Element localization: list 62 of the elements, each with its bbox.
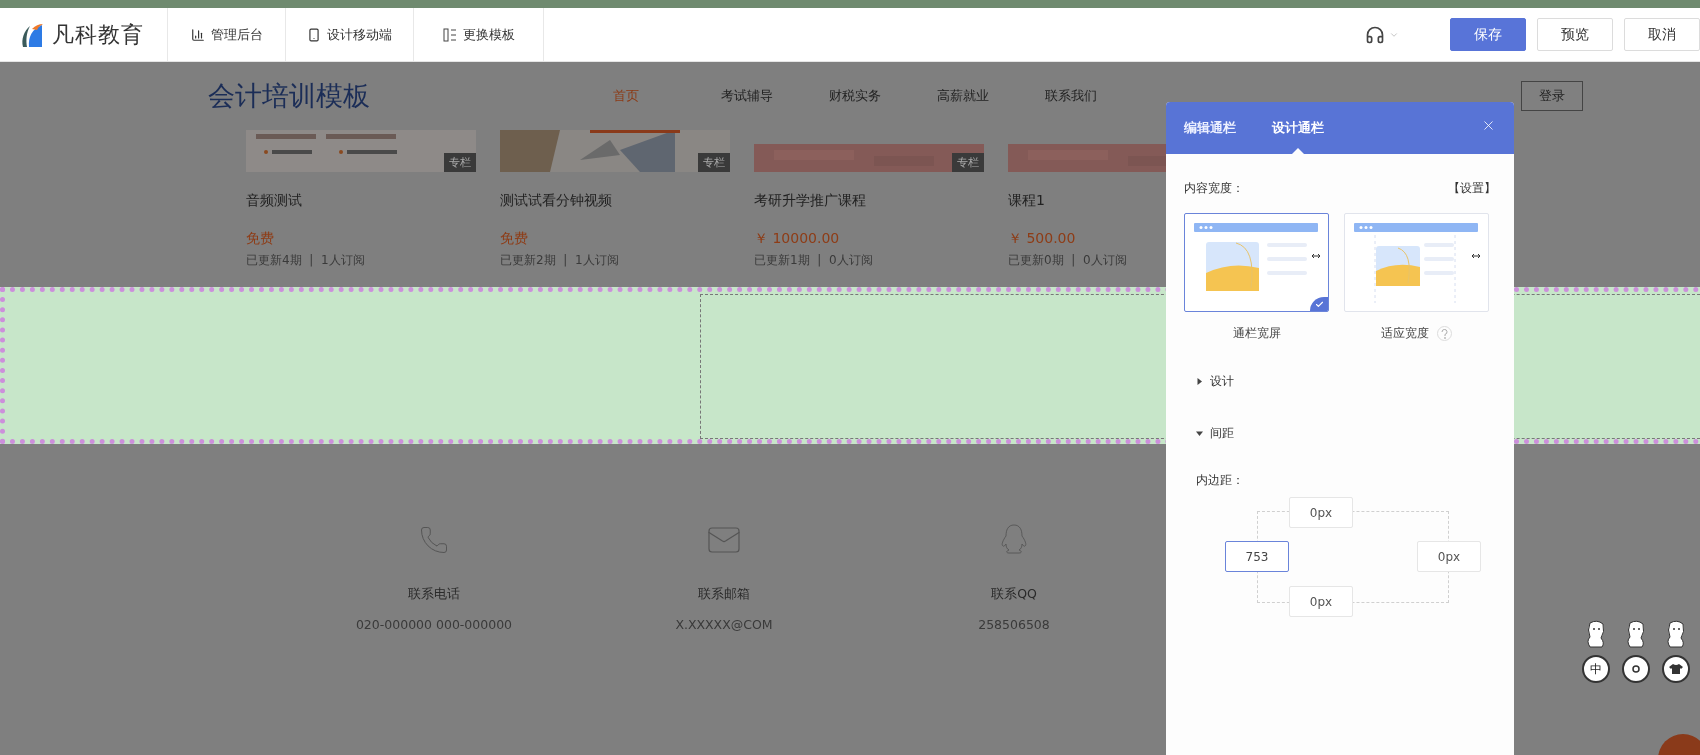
settings-button[interactable] (1622, 655, 1650, 683)
skin-button[interactable] (1662, 655, 1690, 683)
column-badge: 专栏 (952, 153, 984, 172)
course-meta: 已更新0期 | 0人订阅 (1008, 252, 1128, 269)
site-nav-link[interactable]: 财税实务 (829, 87, 937, 105)
caret-down-icon (1196, 430, 1203, 437)
headset-icon[interactable] (1365, 24, 1385, 45)
phone-icon (307, 27, 321, 42)
course-meta: 已更新4期 | 1人订阅 (246, 252, 366, 269)
site-nav-link[interactable]: 联系我们 (1045, 87, 1153, 105)
course-meta: 已更新1期 | 0人订阅 (754, 252, 874, 269)
contact-value: 258506508 (978, 617, 1050, 632)
contact-value: 020-000000 000-000000 (355, 617, 513, 632)
contact-label: 联系邮箱 (698, 586, 750, 603)
course-price: 免费 (246, 230, 275, 248)
site-nav-link[interactable]: 高薪就业 (937, 87, 1045, 105)
site-nav-link[interactable]: 考试辅导 (721, 87, 829, 105)
contact-value: X.XXXXX@COM (675, 617, 773, 632)
logo-text: 凡科教育 (52, 20, 144, 49)
course-price: 免费 (500, 230, 529, 248)
contact-label: 联系电话 (408, 586, 460, 603)
toolbar-button[interactable]: 取消 (1624, 18, 1700, 51)
panel-tab[interactable]: 编辑通栏 (1184, 102, 1236, 154)
ring-icon (1630, 663, 1642, 675)
save-button[interactable]: 保存 (1450, 18, 1526, 51)
phone-icon (419, 525, 449, 555)
padding-input[interactable]: 0px (1289, 497, 1353, 528)
course-price: ￥ 10000.00 (754, 230, 841, 248)
toolbar-link[interactable]: 设计移动端 (286, 8, 414, 61)
panel-tab[interactable]: 设计通栏 (1272, 102, 1324, 154)
close-button[interactable] (1481, 118, 1496, 133)
chart-icon (190, 27, 205, 42)
course-title[interactable]: 音频测试 (246, 192, 476, 210)
column-badge: 专栏 (444, 153, 476, 172)
option-label: 适应宽度 (1381, 326, 1429, 341)
course-title[interactable]: 考研升学推广课程 (754, 192, 984, 210)
course-price: ￥ 500.00 (1008, 230, 1077, 248)
section-toggle[interactable]: 间距 (1196, 425, 1496, 442)
site-title: 会计培训模板 (208, 79, 371, 113)
settings-link[interactable]: 【设置】 (1448, 180, 1496, 197)
padding-input[interactable]: 0px (1417, 541, 1481, 572)
option-label: 通栏宽屏 (1232, 326, 1281, 341)
content-width-label: 内容宽度： (1184, 180, 1244, 197)
caret-right-icon (1196, 378, 1203, 385)
penguin-icon (999, 523, 1029, 557)
width-option[interactable] (1184, 213, 1329, 312)
padding-input[interactable]: 753 (1225, 541, 1289, 572)
course-meta: 已更新2期 | 1人订阅 (500, 252, 620, 269)
login-button[interactable]: 登录 (1521, 81, 1583, 111)
language-button[interactable]: 中 (1582, 655, 1610, 683)
course-title[interactable]: 测试试看分钟视频 (500, 192, 730, 210)
toolbar-button[interactable]: 预览 (1537, 18, 1613, 51)
column-badge: 专栏 (698, 153, 730, 172)
padding-input[interactable]: 0px (1289, 586, 1353, 617)
toolbar-link[interactable]: 更换模板 (414, 8, 544, 61)
shirt-icon (1669, 663, 1683, 675)
contact-label: 联系QQ (991, 586, 1037, 603)
layout-icon (442, 27, 457, 42)
check-icon (1310, 297, 1328, 311)
section-toggle[interactable]: 设计 (1196, 373, 1496, 390)
padding-label: 内边距： (1196, 472, 1245, 489)
toolbar-link[interactable]: 管理后台 (168, 8, 286, 61)
